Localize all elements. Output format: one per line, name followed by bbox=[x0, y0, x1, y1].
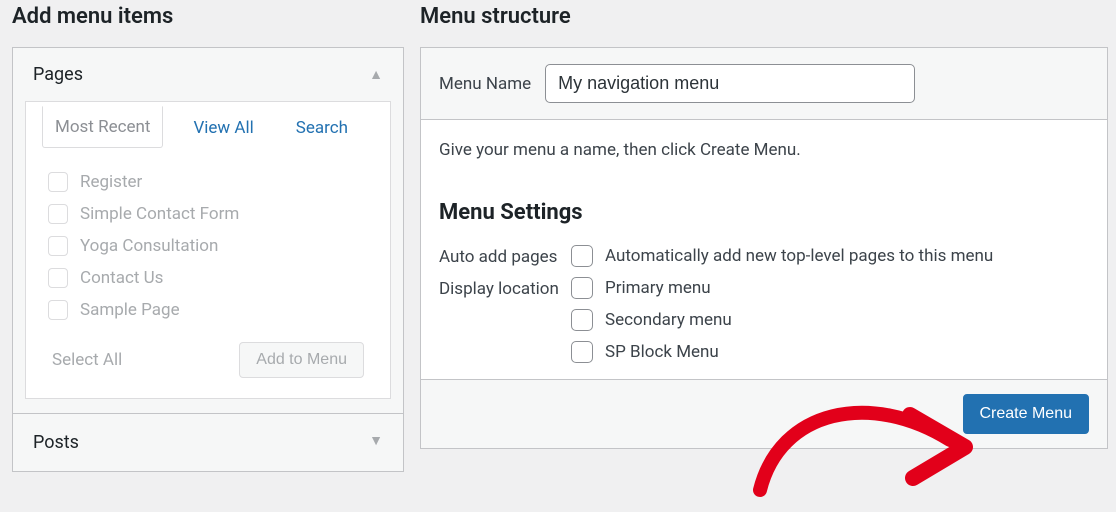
page-item: Register bbox=[48, 166, 374, 198]
pages-accordion-header[interactable]: Pages ▲ bbox=[13, 48, 403, 101]
menu-footer: Create Menu bbox=[421, 379, 1107, 448]
checkbox[interactable] bbox=[571, 341, 593, 363]
checkbox[interactable] bbox=[48, 300, 68, 320]
auto-add-option: Automatically add new top-level pages to… bbox=[571, 245, 993, 267]
tab-view-all[interactable]: View All bbox=[181, 108, 265, 148]
pages-accordion-label: Pages bbox=[33, 64, 83, 85]
page-item: Simple Contact Form bbox=[48, 198, 374, 230]
pages-actions: Select All Add to Menu bbox=[42, 326, 374, 382]
page-item-label: Simple Contact Form bbox=[80, 204, 239, 224]
menu-header: Menu Name bbox=[421, 48, 1107, 120]
create-menu-button[interactable]: Create Menu bbox=[963, 394, 1090, 434]
menu-body: Give your menu a name, then click Create… bbox=[421, 120, 1107, 379]
add-to-menu-button[interactable]: Add to Menu bbox=[239, 342, 364, 378]
page-item-label: Contact Us bbox=[80, 268, 163, 288]
menu-structure-title: Menu structure bbox=[420, 4, 1108, 29]
location-option: Primary menu bbox=[571, 277, 732, 299]
location-option-label: Secondary menu bbox=[605, 310, 732, 330]
pages-list: Register Simple Contact Form Yoga Consul… bbox=[48, 166, 374, 326]
checkbox[interactable] bbox=[571, 309, 593, 331]
pages-tabs: Most Recent View All Search bbox=[42, 101, 374, 148]
pages-accordion-body: Most Recent View All Search Register Sim… bbox=[25, 101, 391, 399]
menu-name-label: Menu Name bbox=[439, 74, 531, 94]
posts-accordion-label: Posts bbox=[33, 432, 79, 453]
auto-add-row: Auto add pages Automatically add new top… bbox=[439, 245, 1089, 267]
location-option: SP Block Menu bbox=[571, 341, 732, 363]
auto-add-label: Auto add pages bbox=[439, 245, 571, 267]
select-all-link[interactable]: Select All bbox=[52, 350, 122, 370]
checkbox[interactable] bbox=[48, 172, 68, 192]
add-menu-items-title: Add menu items bbox=[12, 4, 404, 29]
caret-down-icon: ▼ bbox=[369, 432, 383, 453]
pages-accordion: Pages ▲ Most Recent View All Search Regi… bbox=[12, 47, 404, 472]
caret-up-icon: ▲ bbox=[369, 66, 383, 83]
menu-settings-title: Menu Settings bbox=[439, 200, 1089, 225]
page-item: Yoga Consultation bbox=[48, 230, 374, 262]
checkbox[interactable] bbox=[571, 277, 593, 299]
page-item: Contact Us bbox=[48, 262, 374, 294]
checkbox[interactable] bbox=[571, 245, 593, 267]
page-item-label: Register bbox=[80, 172, 142, 192]
location-option-label: SP Block Menu bbox=[605, 342, 719, 362]
checkbox[interactable] bbox=[48, 268, 68, 288]
display-location-row: Display location Primary menu Secondary … bbox=[439, 277, 1089, 363]
display-location-label: Display location bbox=[439, 277, 571, 299]
location-option-label: Primary menu bbox=[605, 278, 711, 298]
menu-hint: Give your menu a name, then click Create… bbox=[439, 140, 1089, 160]
menu-name-input[interactable] bbox=[545, 64, 915, 103]
menu-panel: Menu Name Give your menu a name, then cl… bbox=[420, 47, 1108, 449]
page-item-label: Sample Page bbox=[80, 300, 180, 320]
posts-accordion-header[interactable]: Posts ▼ bbox=[13, 414, 403, 471]
tab-search[interactable]: Search bbox=[284, 108, 360, 148]
checkbox[interactable] bbox=[48, 204, 68, 224]
page-item-label: Yoga Consultation bbox=[80, 236, 218, 256]
location-option: Secondary menu bbox=[571, 309, 732, 331]
auto-add-option-label: Automatically add new top-level pages to… bbox=[605, 246, 993, 266]
checkbox[interactable] bbox=[48, 236, 68, 256]
tab-most-recent[interactable]: Most Recent bbox=[42, 106, 163, 148]
page-item: Sample Page bbox=[48, 294, 374, 326]
